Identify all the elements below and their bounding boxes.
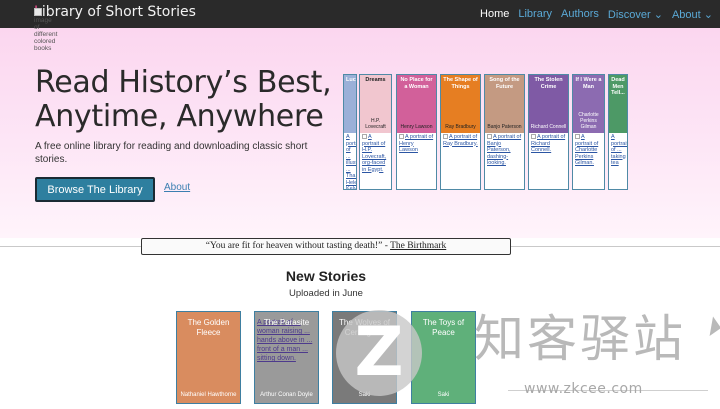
book-portrait-alt: A portrait of H.P. Lovecraft, org-faced … xyxy=(362,134,387,173)
new-stories-heading: New Stories xyxy=(285,268,367,284)
about-link[interactable]: About xyxy=(164,182,190,193)
brand-logo-alt: image of different colored books xyxy=(34,17,58,52)
book-spine[interactable]: No Place for a Woman Henry Lawson A port… xyxy=(396,74,437,190)
book-spine[interactable]: The Stolen Crime Richard Connell A portr… xyxy=(528,74,569,190)
story-card[interactable]: The Golden Fleece Nathaniel Hawthorne xyxy=(176,311,241,404)
story-card[interactable]: A portrait of ... woman raising ... hand… xyxy=(254,311,319,404)
story-author: Saki xyxy=(437,392,450,398)
nav-about-dropdown[interactable]: About ⌄ xyxy=(672,8,713,21)
quote-banner: “You are fit for heaven without tasting … xyxy=(141,238,511,255)
nav-library[interactable]: Library xyxy=(518,8,552,20)
book-author: H.P. Lovecraft xyxy=(365,118,386,130)
brand-rest: ibrary of Short Stories xyxy=(41,4,196,20)
book-spine[interactable]: Lucky... A portrait of ... illustrating … xyxy=(343,74,357,190)
book-author: Henry Lawson xyxy=(400,124,433,130)
book-author: Ray Bradbury xyxy=(445,124,476,130)
book-title: Dead Men Tell... xyxy=(611,77,625,96)
story-card[interactable]: The Wolves of Cernogratz Saki xyxy=(332,311,397,404)
brand-logo-image[interactable]: image of different colored books xyxy=(34,8,58,66)
book-author: Banjo Paterson xyxy=(487,124,522,130)
book-portrait-alt: A portrait of Banjo Paterson, dashing-lo… xyxy=(487,134,522,166)
book-author: Richard Connell xyxy=(530,124,567,130)
story-title: The Toys of Peace xyxy=(422,318,465,337)
book-title: Dreams xyxy=(365,77,386,83)
book-spine[interactable]: Song of the Future Banjo Paterson A port… xyxy=(484,74,525,190)
story-title: The Parasite xyxy=(263,318,310,327)
nav-authors[interactable]: Authors xyxy=(561,8,599,20)
hero-title: Read History’s Best, Anytime, Anywhere xyxy=(35,65,332,134)
hero-subtitle: A free online library for reading and do… xyxy=(35,141,308,165)
book-author: Charlotte Perkins Gilman xyxy=(578,112,599,130)
book-portrait-alt: A portrait of ... taking tea xyxy=(611,134,628,166)
watermark-text: 知客驿站 xyxy=(474,310,686,368)
story-author: Nathaniel Hawthorne xyxy=(180,392,237,398)
broken-image-icon xyxy=(362,134,367,140)
book-portrait-alt: A portrait of ... illustrating ... Tha..… xyxy=(346,134,357,190)
broken-image-icon xyxy=(531,134,536,140)
top-navbar: Library of Short Stories Home Library Au… xyxy=(0,0,720,28)
broken-image-icon xyxy=(34,8,42,16)
book-spine[interactable]: If I Were a Man Charlotte Perkins Gilman… xyxy=(572,74,605,190)
book-portrait-alt: A portrait of Henry Lawson xyxy=(399,134,434,153)
nav-discover-dropdown[interactable]: Discover ⌄ xyxy=(608,8,663,21)
book-spine[interactable]: Dreams H.P. Lovecraft A portrait of H.P.… xyxy=(359,74,392,190)
story-title: The Golden Fleece xyxy=(187,318,230,337)
nav-home[interactable]: Home xyxy=(480,8,509,20)
quote-source-link[interactable]: The Birthmark xyxy=(390,241,446,251)
story-author: Saki xyxy=(358,392,371,398)
browse-library-button[interactable]: Browse The Library xyxy=(35,177,155,202)
broken-image-icon xyxy=(399,134,404,140)
nav-links: Home Library Authors Discover ⌄ About ⌄ xyxy=(480,0,713,28)
hero-section: Read History’s Best, Anytime, Anywhere A… xyxy=(0,28,720,238)
watermark-url: www.zkcee.com xyxy=(524,381,643,397)
book-title: The Stolen Crime xyxy=(534,77,563,90)
book-spine[interactable]: The Shape of Things Ray Bradbury A portr… xyxy=(440,74,481,190)
broken-image-icon xyxy=(443,134,448,140)
brand-title[interactable]: Library of Short Stories xyxy=(34,4,196,20)
broken-image-icon xyxy=(575,134,580,140)
book-portrait-alt: A portrait of Ray Bradbury. xyxy=(443,134,478,147)
story-card[interactable]: The Toys of Peace Saki xyxy=(411,311,476,404)
story-author: Arthur Conan Doyle xyxy=(260,392,313,398)
book-spine[interactable]: Dead Men Tell... A portrait of ... takin… xyxy=(608,74,628,190)
book-title: Song of the Future xyxy=(489,77,520,90)
book-shelf: Lucky... A portrait of ... illustrating … xyxy=(340,74,640,234)
story-title: The Wolves of Cernogratz xyxy=(339,318,390,337)
quote-text: “You are fit for heaven without tasting … xyxy=(205,241,391,251)
book-title: If I Were a Man xyxy=(575,77,602,90)
new-stories-subheading: Uploaded in June xyxy=(289,288,363,299)
book-title: No Place for a Woman xyxy=(400,77,433,90)
broken-image-icon xyxy=(487,134,492,140)
book-portrait-alt: A portrait of Richard Connell. xyxy=(531,134,566,153)
watermark-line xyxy=(508,390,708,391)
book-title: The Shape of Things xyxy=(443,77,478,90)
watermark-arrow-icon xyxy=(696,309,720,337)
book-title: Lucky... xyxy=(346,77,356,83)
